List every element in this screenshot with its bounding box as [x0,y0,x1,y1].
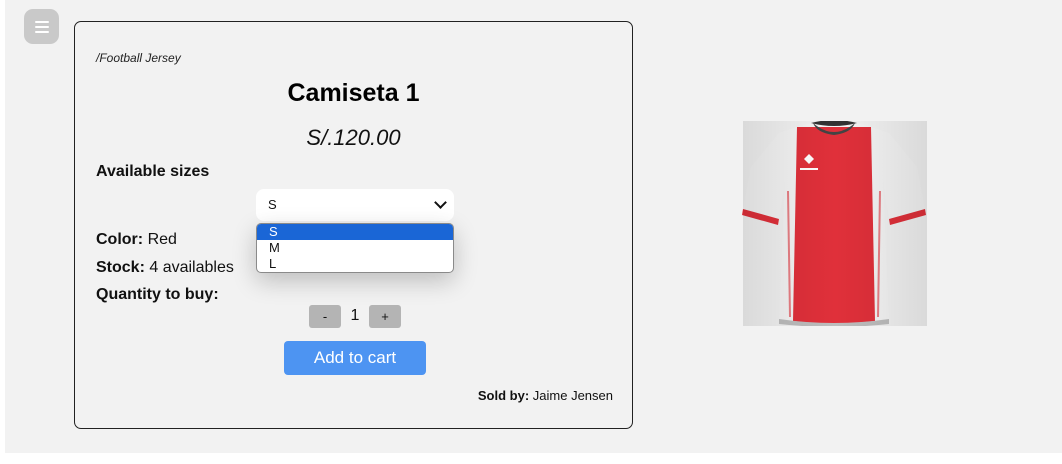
breadcrumb: /Football Jersey [96,51,181,65]
stock-row: Stock: 4 availables [96,259,234,277]
quantity-increase-button[interactable]: + [369,304,401,328]
color-value: Red [147,231,177,248]
sold-by: Sold by: Jaime Jensen [478,388,613,403]
add-to-cart-button[interactable]: Add to cart [284,341,426,375]
color-label: Color: [96,231,144,248]
jersey-image [742,121,927,326]
quantity-label: Quantity to buy: [96,286,219,303]
stock-label: Stock: [96,259,145,276]
size-option-m[interactable]: M [257,240,453,256]
available-sizes-label: Available sizes [96,163,210,180]
quantity-decrease-button[interactable]: - [309,304,341,328]
size-option-l[interactable]: L [257,256,453,272]
product-card: /Football Jersey Camiseta 1 S/.120.00 Av… [74,21,633,429]
size-select-value: S [268,197,277,212]
hamburger-menu-icon[interactable] [24,9,59,44]
product-title: Camiseta 1 [287,79,420,107]
quantity-stepper: - 1 + [309,304,401,328]
size-dropdown-list: S M L [256,223,454,273]
product-price: S/.120.00 [306,125,401,150]
size-select[interactable]: S [256,189,454,221]
stock-value: 4 availables [149,259,234,276]
chevron-down-icon [434,196,447,209]
color-row: Color: Red [96,231,177,249]
size-option-s[interactable]: S [257,224,453,240]
seller-name: Jaime Jensen [532,388,613,403]
sold-by-label: Sold by: [477,388,530,403]
quantity-value: 1 [350,307,360,324]
